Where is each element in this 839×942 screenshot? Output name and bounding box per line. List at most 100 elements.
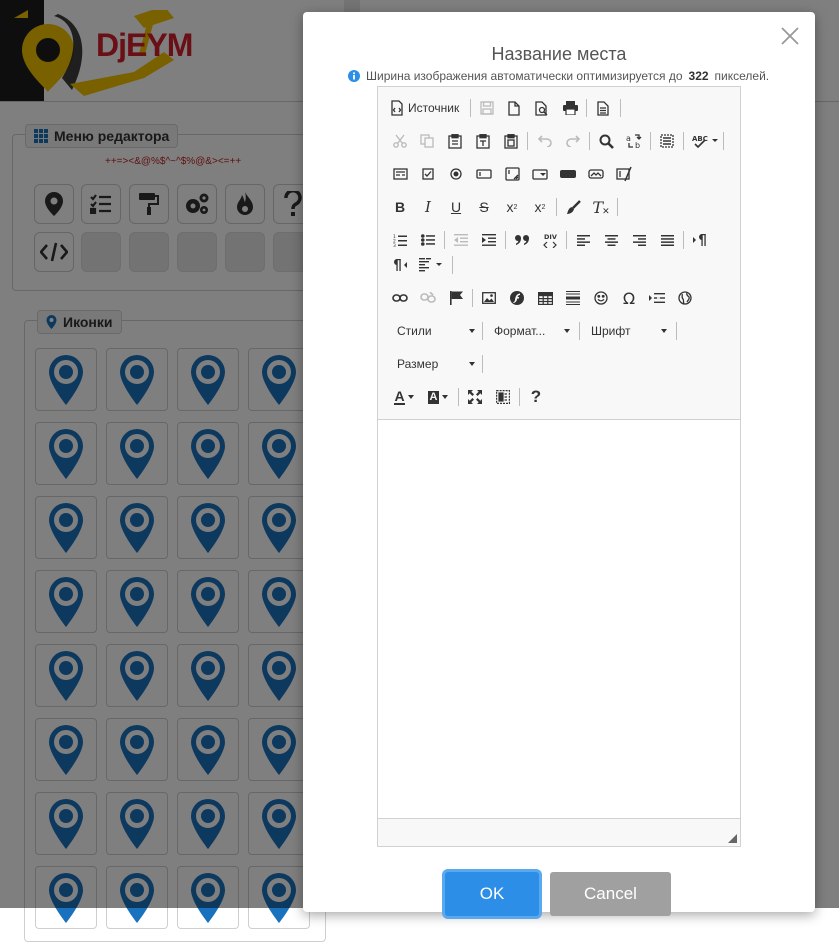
spellcheck-icon: ABC [692,135,718,148]
toolbar-separator [472,289,473,307]
paste-icon [448,133,462,149]
bold-button[interactable]: B [388,195,412,219]
iframe-button[interactable] [673,286,697,310]
new-page-button[interactable] [502,96,526,120]
find-button[interactable] [594,129,618,153]
paste-word-icon [504,133,518,149]
radio-field-button[interactable] [444,162,468,186]
text-field-button[interactable] [472,162,496,186]
save-button[interactable] [475,96,499,120]
print-button[interactable] [558,96,582,120]
blockquote-icon [514,235,529,245]
strike-glyph: S [479,199,489,215]
font-combo[interactable]: Шрифт [585,319,671,343]
dialog-title: Название места [491,44,627,64]
blockquote-button[interactable] [510,228,534,252]
language-button[interactable] [416,253,446,277]
toolbar-separator [589,132,590,150]
link-button[interactable] [388,286,412,310]
maximize-button[interactable] [463,385,487,409]
undo-icon [538,135,552,147]
outdent-button[interactable] [449,228,473,252]
form-button[interactable] [388,162,412,186]
redo-icon [566,135,580,147]
templates-button[interactable] [591,96,615,120]
paste-text-button[interactable] [471,129,495,153]
superscript-button[interactable]: x2 [528,195,552,219]
bold-glyph: B [394,199,406,215]
horizontal-rule-button[interactable] [561,286,585,310]
undo-button[interactable] [533,129,557,153]
radio-icon [450,168,462,180]
copy-button[interactable] [415,129,439,153]
spellcheck-button[interactable]: ABC [688,129,722,153]
checkbox-field-button[interactable] [416,162,440,186]
smiley-button[interactable] [589,286,613,310]
show-blocks-button[interactable] [491,385,515,409]
textarea-button[interactable] [500,162,524,186]
copy-format-button[interactable] [561,195,585,219]
paste-button[interactable] [443,129,467,153]
align-right-button[interactable] [627,228,651,252]
remove-format-button[interactable]: T ✕ [589,195,613,219]
text-color-button[interactable]: A [390,385,418,409]
preview-button[interactable] [530,96,554,120]
hidden-field-button[interactable] [612,162,636,186]
numbered-list-button[interactable]: 123 [388,228,412,252]
create-div-button[interactable]: DIV [538,228,562,252]
remove-format-mark: ✕ [602,205,610,216]
italic-button[interactable]: I [416,195,440,219]
indent-button[interactable] [477,228,501,252]
text-ltr-button[interactable] [688,228,712,252]
align-center-icon [604,234,618,246]
button-field-button[interactable] [556,162,580,186]
justify-icon [660,234,674,246]
replace-icon: ab [626,134,642,149]
underline-button[interactable]: U [444,195,468,219]
anchor-button[interactable] [444,286,468,310]
table-button[interactable] [533,286,557,310]
cut-button[interactable] [388,129,412,153]
svg-text:ABC: ABC [692,135,708,143]
toolbar-separator [676,322,677,340]
textarea-icon [504,167,520,181]
dialog-info-line: Ширина изображения автоматически оптимиз… [348,69,769,83]
checkbox-icon [422,168,434,180]
toolbar-separator [482,355,483,373]
text-rtl-button[interactable] [388,253,412,277]
replace-button[interactable]: ab [622,129,646,153]
image-button[interactable] [477,286,501,310]
preview-icon [535,100,548,116]
redo-button[interactable] [561,129,585,153]
flash-button[interactable] [505,286,529,310]
align-center-button[interactable] [599,228,623,252]
background-color-button[interactable]: A [424,385,452,409]
strike-button[interactable]: S [472,195,496,219]
editor-content-area[interactable] [378,420,740,818]
cancel-button[interactable]: Cancel [550,872,671,916]
select-field-button[interactable] [528,162,552,186]
toolbar-separator [452,256,453,274]
image-button-field-button[interactable] [584,162,608,186]
editor-bottom-bar [378,818,740,846]
bulleted-list-button[interactable] [416,228,440,252]
page-break-button[interactable] [645,286,669,310]
align-left-button[interactable] [571,228,595,252]
styles-combo[interactable]: Стили [391,319,479,343]
subscript-button[interactable]: x2 [500,195,524,219]
special-char-button[interactable]: Ω [617,286,641,310]
ok-button[interactable]: OK [445,872,539,916]
toolbar-separator [650,132,651,150]
italic-glyph: I [425,198,431,216]
justify-button[interactable] [655,228,679,252]
format-combo[interactable]: Формат... [488,319,574,343]
about-button[interactable]: ? [524,385,548,409]
resize-grip-icon[interactable] [728,834,737,843]
text-color-glyph: A [394,387,405,405]
info-width-value: 322 [688,69,709,83]
source-button[interactable]: Источник [390,96,459,120]
select-all-button[interactable] [655,129,679,153]
size-combo[interactable]: Размер [391,352,479,376]
paste-word-button[interactable] [499,129,523,153]
unlink-button[interactable] [416,286,440,310]
